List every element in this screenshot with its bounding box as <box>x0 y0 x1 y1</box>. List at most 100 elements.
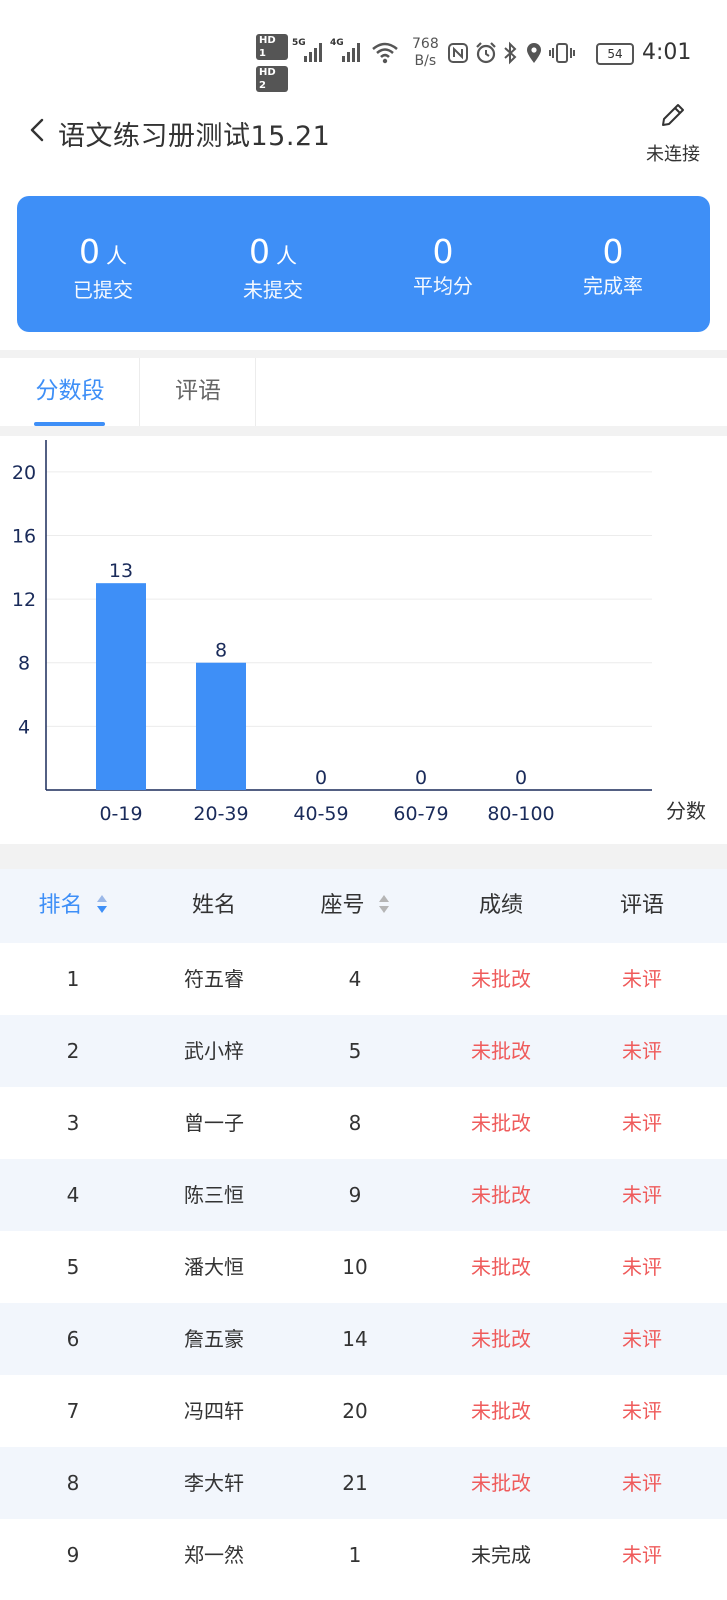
cell-seat: 10 <box>342 1255 368 1279</box>
stat-value: 0 <box>249 232 270 271</box>
cell-rank: 9 <box>66 1543 80 1567</box>
cell-comment: 未评 <box>622 1471 662 1495</box>
bar-value-label: 0 <box>315 767 327 789</box>
cell-name: 陈三恒 <box>184 1183 244 1207</box>
cell-rank: 8 <box>66 1471 80 1495</box>
column-header-comment: 评语 <box>574 869 710 943</box>
hd2-badge: HD 2 <box>256 66 288 92</box>
cell-comment: 未评 <box>622 1039 662 1063</box>
column-header-rank[interactable]: 排名 <box>0 869 146 943</box>
table-row[interactable]: 9 郑一然 1 未完成 未评 <box>0 1519 727 1591</box>
cell-name: 潘大恒 <box>184 1255 244 1279</box>
cell-seat: 4 <box>348 967 362 991</box>
y-tick-label: 20 <box>12 462 36 484</box>
cell-rank: 3 <box>66 1111 80 1135</box>
bar-chart-svg: 4 8 12 16 20 13 0-19 8 20-39 0 40-59 0 60-79 0 80-100 分… <box>12 440 706 825</box>
cell-comment: 未评 <box>622 1183 662 1207</box>
cell-seat: 14 <box>342 1327 368 1351</box>
cell-seat: 21 <box>342 1471 368 1495</box>
x-tick-label: 80-100 <box>487 803 554 825</box>
cell-score: 未批改 <box>471 1399 531 1423</box>
vibrate-icon <box>549 43 575 63</box>
connect-button[interactable]: 未连接 <box>630 100 716 176</box>
pencil-icon <box>662 104 684 126</box>
net-speed-unit: B/s <box>414 53 437 69</box>
back-arrow-icon[interactable] <box>26 118 50 142</box>
net-speed-value: 768 <box>412 36 439 52</box>
nfc-icon <box>448 43 468 63</box>
status-bar: HD 1 HD 2 5G 4G 768 B/s 54 4:01 <box>0 0 727 100</box>
sort-icon <box>96 895 107 913</box>
column-header-label: 座号 <box>320 893 365 918</box>
section-divider <box>0 844 727 869</box>
cell-score: 未批改 <box>471 1183 531 1207</box>
bluetooth-icon <box>504 41 517 65</box>
cell-comment: 未评 <box>622 1543 662 1567</box>
cell-rank: 2 <box>66 1039 80 1063</box>
stat-completion-rate: 0 完成率 <box>533 232 693 298</box>
column-header-score: 成绩 <box>428 869 574 943</box>
section-divider <box>0 350 727 358</box>
table-row[interactable]: 7 冯四轩 20 未批改 未评 <box>0 1375 727 1447</box>
battery-icon: 54 <box>596 43 634 65</box>
page-title: 语文练习册测试15.21 <box>58 121 331 152</box>
stat-unit: 人 <box>276 244 297 268</box>
cell-rank: 5 <box>66 1255 80 1279</box>
tab-score-range[interactable]: 分数段 <box>0 358 140 426</box>
stat-value: 0 <box>432 232 454 271</box>
location-icon <box>527 43 541 63</box>
cell-rank: 6 <box>66 1327 80 1351</box>
cell-score: 未批改 <box>471 1111 531 1135</box>
table-row[interactable]: 2 武小梓 5 未批改 未评 <box>0 1015 727 1087</box>
column-header-name: 姓名 <box>146 869 282 943</box>
bar-value-label: 0 <box>415 767 427 789</box>
table-row[interactable]: 1 符五睿 4 未批改 未评 <box>0 943 727 1015</box>
stats-card: 0人 已提交 0人 未提交 0 平均分 0 完成率 <box>17 196 710 332</box>
cell-seat: 9 <box>348 1183 362 1207</box>
cell-seat: 5 <box>348 1039 362 1063</box>
cell-name: 郑一然 <box>184 1543 244 1567</box>
table-row[interactable]: 4 陈三恒 9 未批改 未评 <box>0 1159 727 1231</box>
bar-value-label: 8 <box>215 640 227 662</box>
alarm-icon <box>476 42 496 64</box>
stat-label: 平均分 <box>413 274 473 298</box>
cell-name: 李大轩 <box>184 1471 244 1495</box>
tab-comments[interactable]: 评语 <box>140 358 256 426</box>
stat-label: 完成率 <box>583 274 643 298</box>
cell-name: 冯四轩 <box>184 1399 244 1423</box>
x-tick-label: 20-39 <box>193 803 248 825</box>
tab-divider <box>255 358 256 426</box>
stat-not-submitted: 0人 未提交 <box>193 232 353 302</box>
table-row[interactable]: 5 潘大恒 10 未批改 未评 <box>0 1231 727 1303</box>
table-row[interactable]: 8 李大轩 21 未批改 未评 <box>0 1447 727 1519</box>
bar <box>96 583 146 790</box>
tab-bar: 分数段 评语 <box>0 358 727 426</box>
cell-name: 詹五豪 <box>184 1327 244 1351</box>
column-header-label: 排名 <box>38 893 83 918</box>
table-row[interactable]: 6 詹五豪 14 未批改 未评 <box>0 1303 727 1375</box>
column-header-seat[interactable]: 座号 <box>282 869 428 943</box>
cell-comment: 未评 <box>622 967 662 991</box>
column-header-label: 姓名 <box>191 893 236 918</box>
stat-unit: 人 <box>106 244 127 268</box>
bar-value-label: 13 <box>109 560 133 582</box>
tab-label: 分数段 <box>35 378 105 404</box>
network-speed: 768 B/s <box>412 36 439 70</box>
bar-value-label: 0 <box>515 767 527 789</box>
cell-name: 曾一子 <box>184 1111 244 1135</box>
cell-rank: 1 <box>66 967 80 991</box>
table-header: 排名 姓名 座号 成绩 评语 <box>0 869 727 943</box>
x-tick-label: 60-79 <box>393 803 448 825</box>
cell-comment: 未评 <box>622 1255 662 1279</box>
table-row[interactable]: 3 曾一子 8 未批改 未评 <box>0 1087 727 1159</box>
cell-comment: 未评 <box>622 1327 662 1351</box>
student-table: 排名 姓名 座号 成绩 评语 1 符五睿 4 未批改 未评 2 武小梓 5 未批改 未评 3 曾一子 8… <box>0 869 727 1591</box>
cell-score: 未批改 <box>471 1039 531 1063</box>
stat-value: 0 <box>79 232 100 271</box>
x-axis-label: 分数 <box>666 799 706 823</box>
hd1-badge: HD 1 <box>256 34 288 60</box>
cell-name: 武小梓 <box>184 1039 244 1063</box>
cell-score: 未完成 <box>471 1543 531 1567</box>
connection-status-label: 未连接 <box>646 144 700 165</box>
tab-label: 评语 <box>175 378 221 404</box>
